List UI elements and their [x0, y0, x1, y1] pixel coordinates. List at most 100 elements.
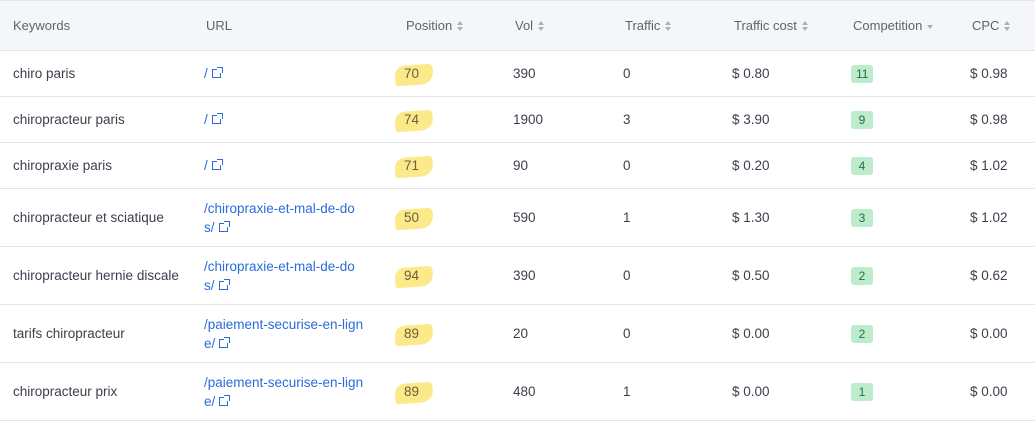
url-link[interactable]: /chiropraxie-et-mal-de-do s/ [204, 189, 355, 246]
keyword-cell: chiropracteur prix [13, 384, 118, 399]
position-value: 71 [404, 157, 420, 173]
traffic-cell: 0 [623, 326, 631, 341]
table-row: chiropracteur et sciatique/chiropraxie-e… [0, 189, 1035, 247]
sort-icon[interactable] [665, 20, 672, 31]
url-line[interactable]: s/ [204, 276, 230, 295]
cpc-cell: $ 0.98 [970, 66, 1008, 81]
position-cell: 71 [393, 143, 453, 188]
cpc-cell: $ 0.00 [970, 384, 1008, 399]
url-link[interactable]: / [204, 97, 223, 142]
external-link-icon[interactable] [219, 394, 231, 406]
traffic-cost-cell: $ 0.50 [732, 268, 770, 283]
competition-badge: 4 [851, 156, 873, 175]
table-row: chiro paris / 70 390 0 $ 0.80 11 $ 0.98 [0, 51, 1035, 97]
position-cell: 94 [393, 247, 453, 304]
external-link-icon[interactable] [218, 220, 230, 232]
external-link-icon[interactable] [218, 278, 230, 290]
col-header-cpc-label: CPC [972, 18, 1000, 33]
table-row: chiropracteur hernie discale/chiropraxie… [0, 247, 1035, 305]
competition-cell: 4 [851, 143, 873, 188]
traffic-cost-cell: $ 0.20 [732, 158, 770, 173]
position-value: 50 [404, 209, 420, 225]
competition-cell: 3 [851, 189, 873, 246]
cpc-cell: $ 0.62 [970, 268, 1008, 283]
col-header-traffic-cost[interactable]: Traffic cost [734, 1, 808, 50]
table-header: Keywords URL Position Vol Traffic Traffi… [0, 0, 1035, 51]
competition-badge: 3 [851, 208, 873, 227]
competition-cell: 9 [851, 97, 873, 142]
competition-badge: 2 [851, 266, 873, 285]
sort-icon[interactable] [538, 20, 545, 31]
position-cell: 74 [393, 97, 453, 142]
table-row: tarifs chiropracteur/paiement-securise-e… [0, 305, 1035, 363]
sort-icon[interactable] [457, 20, 464, 31]
competition-badge: 1 [851, 382, 873, 401]
sort-icon[interactable] [1004, 20, 1011, 31]
url-line[interactable]: / [204, 156, 223, 175]
col-header-keywords: Keywords [13, 1, 70, 50]
url-link[interactable]: /paiement-securise-en-lign e/ [204, 363, 363, 420]
col-header-cpc[interactable]: CPC [972, 1, 1011, 50]
cpc-cell: $ 0.00 [970, 326, 1008, 341]
col-header-url: URL [206, 1, 232, 50]
url-link[interactable]: /chiropraxie-et-mal-de-do s/ [204, 247, 355, 304]
position-value: 94 [404, 267, 420, 283]
col-header-traffic[interactable]: Traffic [625, 1, 672, 50]
table-row: chiropracteur prix/paiement-securise-en-… [0, 363, 1035, 421]
url-line[interactable]: /paiement-securise-en-lign [204, 315, 363, 334]
table-row: chiropracteur paris / 74 1900 3 $ 3.90 9 $ 0.98 [0, 97, 1035, 143]
competition-cell: 2 [851, 247, 873, 304]
col-header-competition[interactable]: Competition [853, 1, 934, 50]
url-line[interactable]: e/ [204, 392, 231, 411]
url-line[interactable]: /chiropraxie-et-mal-de-do [204, 257, 355, 276]
url-link[interactable]: / [204, 51, 223, 96]
external-link-icon[interactable] [211, 67, 223, 78]
url-text[interactable]: /paiement-securise-en-lign [204, 315, 363, 334]
vol-cell: 90 [513, 158, 529, 173]
position-value: 89 [404, 383, 420, 399]
traffic-cost-cell: $ 0.00 [732, 384, 770, 399]
traffic-cell: 1 [623, 384, 631, 399]
external-link-icon[interactable] [219, 336, 231, 348]
url-link[interactable]: /paiement-securise-en-lign e/ [204, 305, 363, 362]
cpc-cell: $ 0.98 [970, 112, 1008, 127]
traffic-cost-cell: $ 0.80 [732, 66, 770, 81]
keyword-cell: chiropracteur hernie discale [13, 268, 179, 283]
url-line[interactable]: e/ [204, 334, 231, 353]
position-value: 70 [404, 65, 420, 81]
table-body: chiro paris/70 390 0 $ 0.80 11 $ 0.98 chiropra… [0, 51, 1035, 421]
url-text[interactable]: e/ [204, 334, 215, 353]
competition-cell: 11 [851, 51, 874, 96]
col-header-competition-label: Competition [853, 18, 923, 33]
sort-icon[interactable] [801, 20, 808, 31]
url-text[interactable]: /chiropraxie-et-mal-de-do [204, 257, 355, 276]
vol-cell: 590 [513, 210, 536, 225]
url-text[interactable]: / [204, 110, 208, 129]
col-header-position[interactable]: Position [406, 1, 464, 50]
position-cell: 89 [393, 363, 453, 420]
url-text[interactable]: e/ [204, 392, 215, 411]
url-line[interactable]: /chiropraxie-et-mal-de-do [204, 199, 355, 218]
vol-cell: 20 [513, 326, 529, 341]
url-link[interactable]: / [204, 143, 223, 188]
col-header-keywords-label: Keywords [13, 18, 71, 33]
position-cell: 70 [393, 51, 453, 96]
col-header-vol[interactable]: Vol [515, 1, 545, 50]
url-text[interactable]: /chiropraxie-et-mal-de-do [204, 199, 355, 218]
col-header-position-label: Position [406, 18, 453, 33]
traffic-cell: 0 [623, 268, 631, 283]
url-text[interactable]: /paiement-securise-en-lign [204, 373, 363, 392]
external-link-icon[interactable] [211, 113, 223, 124]
url-line[interactable]: / [204, 110, 223, 129]
sort-desc-icon[interactable] [927, 24, 934, 29]
position-value: 89 [404, 325, 420, 341]
url-line[interactable]: s/ [204, 218, 230, 237]
url-text[interactable]: / [204, 156, 208, 175]
external-link-icon[interactable] [211, 159, 223, 170]
url-text[interactable]: s/ [204, 218, 215, 237]
url-line[interactable]: /paiement-securise-en-lign [204, 373, 363, 392]
url-text[interactable]: / [204, 64, 208, 83]
url-text[interactable]: s/ [204, 276, 215, 295]
url-line[interactable]: / [204, 64, 223, 83]
position-cell: 89 [393, 305, 453, 362]
